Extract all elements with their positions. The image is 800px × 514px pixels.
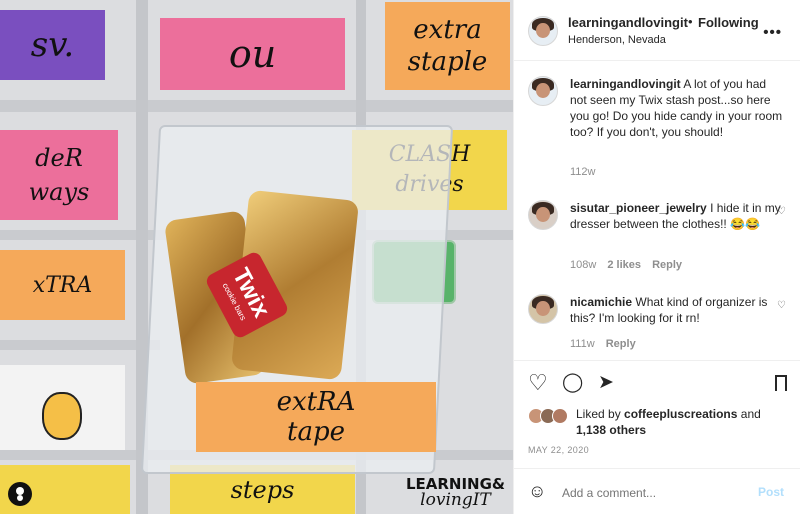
comment-likes[interactable]: 2 likes: [607, 259, 641, 271]
comment: nicamichie What kind of organizer is thi…: [570, 294, 785, 326]
header-separator: •: [688, 14, 693, 29]
pineapple-icon: [42, 392, 82, 440]
avatar[interactable]: [528, 200, 558, 230]
like-icon[interactable]: ♡: [528, 372, 548, 394]
label-text: extRA: [276, 387, 356, 417]
comment-time: 111w: [570, 338, 595, 350]
comment-username[interactable]: nicamichie: [570, 295, 632, 309]
avatar[interactable]: [528, 16, 558, 46]
label-text: xTRA: [32, 272, 93, 298]
comment-meta: 111w Reply: [570, 338, 644, 350]
post-side-panel: learningandlovingit • Following Henderso…: [513, 0, 800, 514]
liker-avatar: [552, 408, 568, 424]
comment-like-icon[interactable]: ♡: [777, 300, 786, 311]
post-button[interactable]: Post: [758, 485, 784, 499]
comment-username[interactable]: learningandlovingit: [570, 77, 681, 91]
comment: sisutar_pioneer_jewelry I hide it in my …: [570, 200, 785, 232]
action-bar: ♡ ◯ ➤: [514, 372, 800, 394]
avatar[interactable]: [528, 294, 558, 324]
watermark-line: lovingIT: [420, 490, 491, 510]
liked-prefix: Liked by: [576, 407, 621, 421]
label-text: steps: [230, 475, 295, 504]
liked-and: and: [740, 407, 761, 421]
watermark: LEARNING& lovingIT: [406, 476, 505, 510]
comment-time: 112w: [570, 166, 596, 178]
comment-time: 108w: [570, 259, 597, 271]
more-options-icon[interactable]: •••: [763, 24, 782, 41]
label-orange-low: xTRA: [0, 250, 125, 320]
label-text: extra: [413, 15, 482, 45]
post-photo[interactable]: sv. ou extra staple deR ways CLASH drive…: [0, 0, 513, 514]
label-orange-top: extra staple: [385, 2, 510, 90]
divider: [514, 60, 800, 61]
divider: [514, 360, 800, 361]
comment-icon[interactable]: ◯: [562, 372, 583, 394]
label-pink-top: ou: [160, 18, 345, 90]
shelf-divider: [0, 100, 513, 112]
label-pink-mid: deR ways: [0, 130, 118, 220]
label-text: staple: [407, 47, 488, 77]
liked-by: Liked by coffeepluscreations and 1,138 o…: [576, 406, 791, 438]
reply-button[interactable]: Reply: [652, 259, 682, 271]
comment-username[interactable]: sisutar_pioneer_jewelry: [570, 201, 707, 215]
label-text: ways: [28, 178, 90, 206]
save-icon[interactable]: [775, 375, 787, 391]
emoji-icon[interactable]: ☺: [528, 481, 546, 502]
divider: [514, 468, 800, 469]
label-tape: extRA tape: [196, 382, 436, 452]
liker-username[interactable]: coffeepluscreations: [624, 407, 737, 421]
label-text: sv.: [30, 25, 75, 65]
user-tag-icon[interactable]: [8, 482, 32, 506]
comment-meta: 108w 2 likes Reply: [570, 259, 690, 271]
avatar[interactable]: [528, 76, 558, 106]
caption: learningandlovingit A lot of you had not…: [570, 76, 785, 140]
label-text: tape: [287, 417, 345, 447]
comment-meta: 112w: [570, 166, 603, 178]
label-text: deR: [35, 144, 83, 172]
header-username[interactable]: learningandlovingit: [568, 15, 688, 30]
label-purple: sv.: [0, 10, 105, 80]
following-button[interactable]: Following: [698, 15, 759, 30]
reply-button[interactable]: Reply: [606, 338, 636, 350]
post-date[interactable]: MAY 22, 2020: [528, 445, 589, 455]
comment-like-icon[interactable]: ♡: [777, 206, 786, 217]
header-location[interactable]: Henderson, Nevada: [568, 34, 666, 46]
share-icon[interactable]: ➤: [598, 372, 614, 394]
add-comment-input[interactable]: [560, 485, 744, 501]
likes-count[interactable]: 1,138 others: [576, 423, 646, 437]
label-text: ou: [228, 32, 277, 76]
